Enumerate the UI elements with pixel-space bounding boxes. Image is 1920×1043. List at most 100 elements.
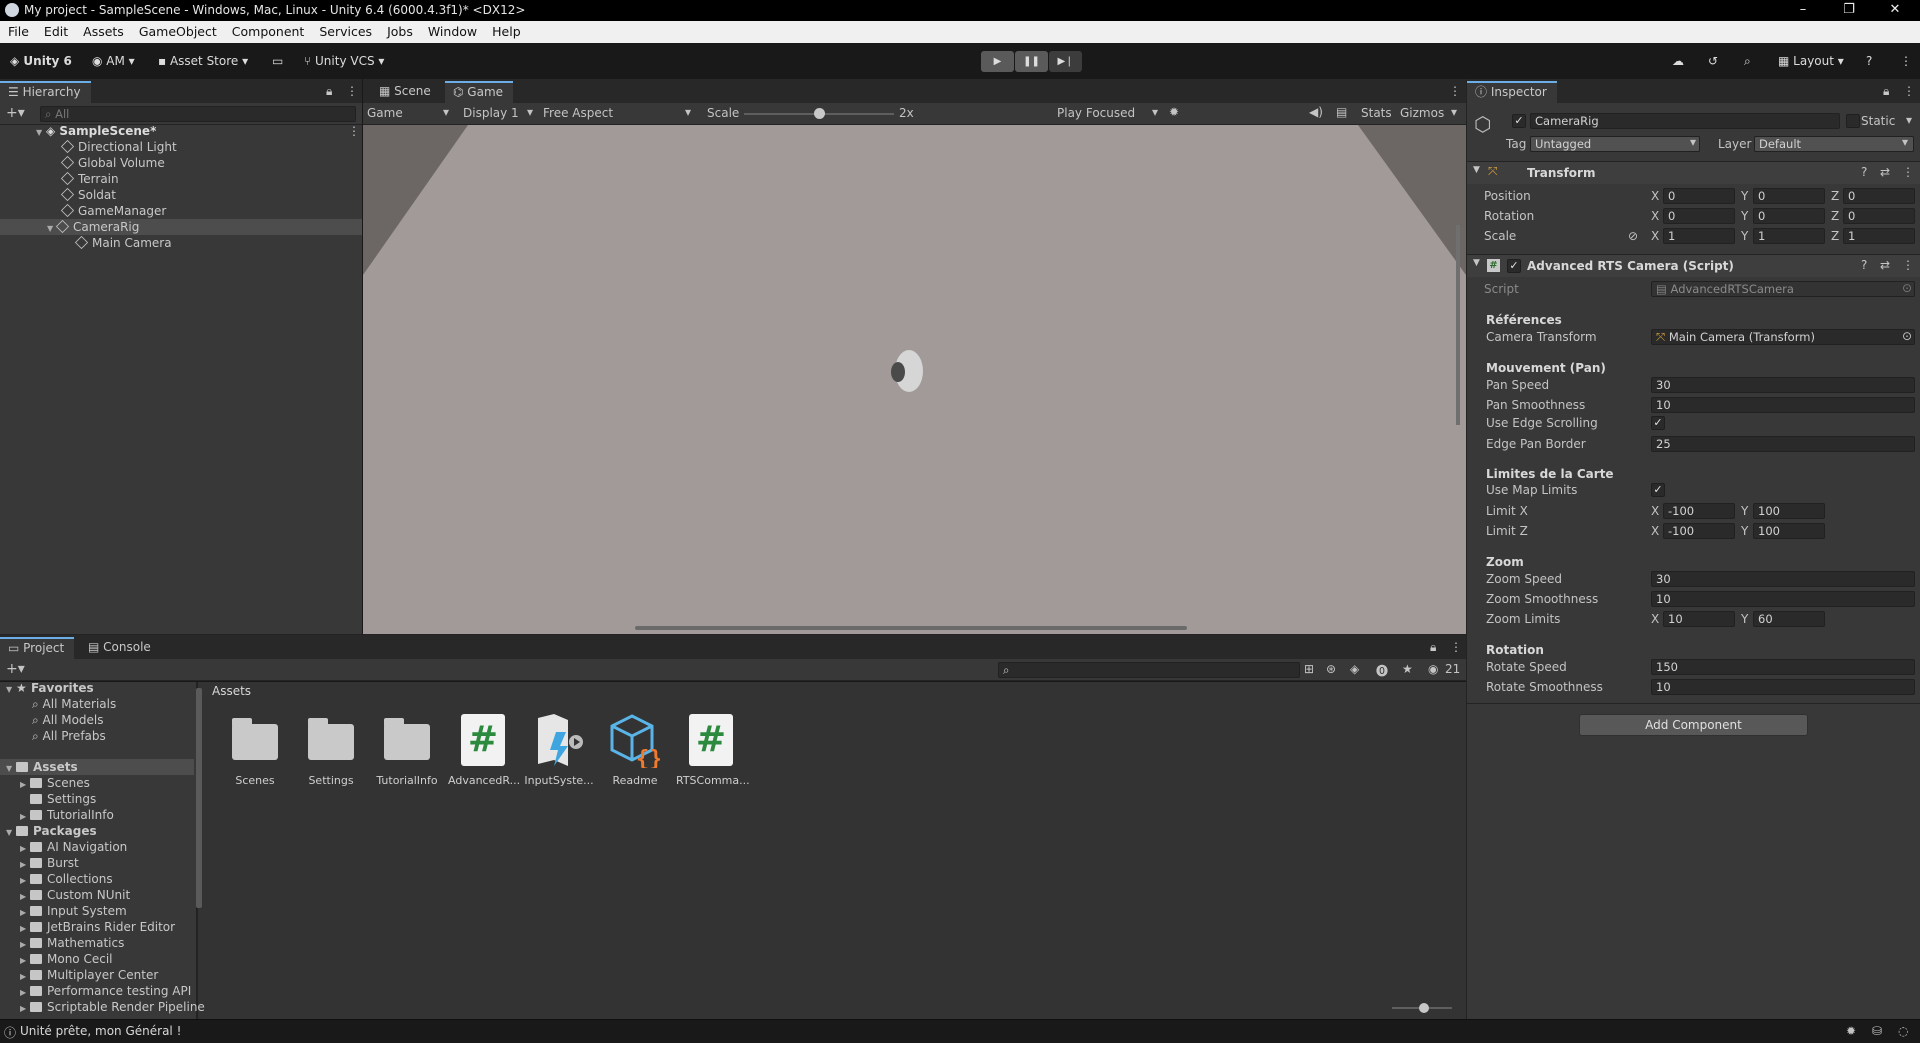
hierarchy-search-input[interactable]: ⌕ All [40, 106, 356, 122]
pan-speed-field[interactable]: 30 [1651, 377, 1915, 393]
hierarchy-item[interactable]: Directional Light [60, 139, 177, 155]
tab-scene[interactable]: ▦ Scene [371, 81, 441, 103]
favorite-star-icon[interactable]: ★ [1402, 662, 1413, 676]
maximize-button[interactable]: ❐ [1826, 0, 1872, 21]
rotate-smoothness-field[interactable]: 10 [1651, 679, 1915, 695]
static-checkbox[interactable] [1846, 114, 1860, 128]
packages-root[interactable]: ▼ Packages [6, 823, 97, 839]
favorites-header[interactable]: ▼ ★ Favorites [6, 680, 94, 696]
asset-item[interactable]: TutorialInfo [372, 712, 442, 787]
limit-x-min-field[interactable]: -100 [1663, 503, 1735, 519]
rotation-z-field[interactable]: 0 [1843, 208, 1915, 224]
chevron-down-icon[interactable]: ▾ [1906, 113, 1912, 127]
keyboard-icon[interactable]: ▤ [1336, 105, 1347, 119]
collapse-arrow-icon[interactable]: ▼ [1473, 258, 1480, 268]
hierarchy-item[interactable]: GameManager [60, 203, 166, 219]
create-add-icon[interactable]: +▾ [6, 661, 25, 677]
menu-gameobject[interactable]: GameObject [131, 21, 224, 39]
icon-size-slider-thumb[interactable] [1419, 1003, 1429, 1013]
rotate-speed-field[interactable]: 150 [1651, 659, 1915, 675]
progress-icon[interactable]: ◌ [1898, 1024, 1908, 1038]
object-name-field[interactable]: CameraRig [1530, 113, 1840, 129]
favorite-item[interactable]: ⌕ All Materials [32, 696, 116, 712]
step-button[interactable]: ▶❘ [1049, 51, 1082, 72]
scene-menu-icon[interactable]: ⋮ [348, 123, 360, 139]
limit-z-min-field[interactable]: -100 [1663, 523, 1735, 539]
zoom-smoothness-field[interactable]: 10 [1651, 591, 1915, 607]
active-checkbox[interactable]: ✓ [1512, 114, 1526, 128]
favorite-item[interactable]: ⌕ All Prefabs [32, 728, 106, 744]
camera-transform-field[interactable]: ⤧ Main Camera (Transform) [1651, 329, 1915, 345]
gizmos-button[interactable]: Gizmos [1400, 106, 1444, 120]
tab-game[interactable]: ⌬ Game [445, 81, 514, 103]
assets-root[interactable]: ▼ Assets [6, 759, 78, 775]
project-search-input[interactable]: ⌕ [998, 662, 1300, 678]
more-icon[interactable]: ⋮ [1900, 51, 1912, 71]
debug-icon[interactable]: ✹ [1846, 1024, 1856, 1038]
menu-window[interactable]: Window [420, 21, 484, 39]
menu-component[interactable]: Component [224, 21, 312, 39]
aspect-dropdown[interactable]: Free Aspect [543, 106, 613, 120]
help-icon[interactable]: ? [1866, 51, 1872, 71]
tree-scrollbar[interactable] [196, 688, 202, 908]
tag-dropdown[interactable]: Untagged [1530, 136, 1700, 152]
menu-help[interactable]: Help [484, 21, 528, 39]
add-component-button[interactable]: Add Component [1579, 714, 1808, 736]
tab-console[interactable]: ▤ Console [80, 637, 161, 659]
package-folder[interactable]: ▶ Burst [20, 855, 79, 871]
log-filter-icon[interactable]: ⓿ [1376, 662, 1388, 679]
package-folder[interactable]: ▶ Performance testing API [20, 983, 191, 999]
script-enabled-checkbox[interactable]: ✓ [1507, 259, 1521, 273]
cloud-icon[interactable]: ☁ [1672, 51, 1684, 71]
asset-item[interactable]: Scenes [220, 712, 290, 787]
asset-folder[interactable]: ▶ TutorialInfo [20, 807, 114, 823]
zoom-limit-max-field[interactable]: 60 [1753, 611, 1825, 627]
limit-z-max-field[interactable]: 100 [1753, 523, 1825, 539]
zoom-limit-min-field[interactable]: 10 [1663, 611, 1735, 627]
asset-folder[interactable]: Settings [20, 791, 96, 807]
limit-x-max-field[interactable]: 100 [1753, 503, 1825, 519]
scene-root[interactable]: ▼ ◈ SampleScene* [36, 123, 156, 139]
scale-z-field[interactable]: 1 [1843, 228, 1915, 244]
preset-icon[interactable]: ⇄ [1880, 258, 1890, 272]
tab-inspector[interactable]: ⓘ Inspector [1467, 81, 1557, 103]
rotation-x-field[interactable]: 0 [1663, 208, 1735, 224]
package-folder[interactable]: ▶ Multiplayer Center [20, 967, 158, 983]
help-icon[interactable]: ? [1861, 258, 1867, 272]
history-icon[interactable]: ↺ [1708, 51, 1718, 71]
account-button[interactable]: ◉ AM ▾ [92, 51, 135, 71]
play-focus-dropdown[interactable]: Play Focused [1057, 106, 1135, 120]
status-message[interactable]: Unité prête, mon Général ! [20, 1024, 181, 1038]
help-icon[interactable]: ? [1861, 165, 1867, 179]
stats-button[interactable]: Stats [1361, 106, 1392, 120]
play-button[interactable]: ▶ [981, 51, 1014, 72]
asset-store-button[interactable]: ▪ Asset Store ▾ [158, 51, 248, 71]
preset-icon[interactable]: ⇄ [1880, 165, 1890, 179]
map-limits-checkbox[interactable]: ✓ [1651, 483, 1665, 497]
pan-smoothness-field[interactable]: 10 [1651, 397, 1915, 413]
edge-border-field[interactable]: 25 [1651, 436, 1915, 452]
menu-services[interactable]: Services [311, 21, 379, 39]
menu-edit[interactable]: Edit [36, 21, 75, 39]
package-folder[interactable]: ▶ Collections [20, 871, 113, 887]
hierarchy-item-selected[interactable]: ▼ CameraRig [47, 219, 139, 235]
package-icon[interactable]: ▭ [272, 51, 283, 71]
pause-button[interactable]: ❚❚ [1015, 51, 1048, 72]
inspector-menu-icon[interactable]: ⋮ [1895, 81, 1920, 103]
cache-icon[interactable]: ⛁ [1872, 1024, 1882, 1038]
rotation-y-field[interactable]: 0 [1753, 208, 1825, 224]
minimize-button[interactable]: – [1780, 0, 1826, 21]
component-menu-icon[interactable]: ⋮ [1902, 258, 1914, 272]
hidden-packages-icon[interactable]: ◉ [1428, 662, 1438, 676]
object-picker-icon[interactable]: ⊙ [1902, 329, 1912, 343]
hierarchy-item-child[interactable]: Main Camera [74, 235, 172, 251]
viewport-hscrollbar[interactable] [635, 626, 1187, 630]
vcs-button[interactable]: ⑂ Unity VCS ▾ [304, 51, 384, 71]
asset-folder[interactable]: ▶ Scenes [20, 775, 90, 791]
hierarchy-item[interactable]: Terrain [60, 171, 119, 187]
scale-y-field[interactable]: 1 [1753, 228, 1825, 244]
package-folder[interactable]: ▶ Scriptable Render Pipeline [20, 999, 205, 1015]
menu-assets[interactable]: Assets [75, 21, 131, 39]
bug-icon[interactable]: ✹ [1169, 105, 1179, 119]
link-icon[interactable]: ⊘ [1628, 229, 1638, 243]
